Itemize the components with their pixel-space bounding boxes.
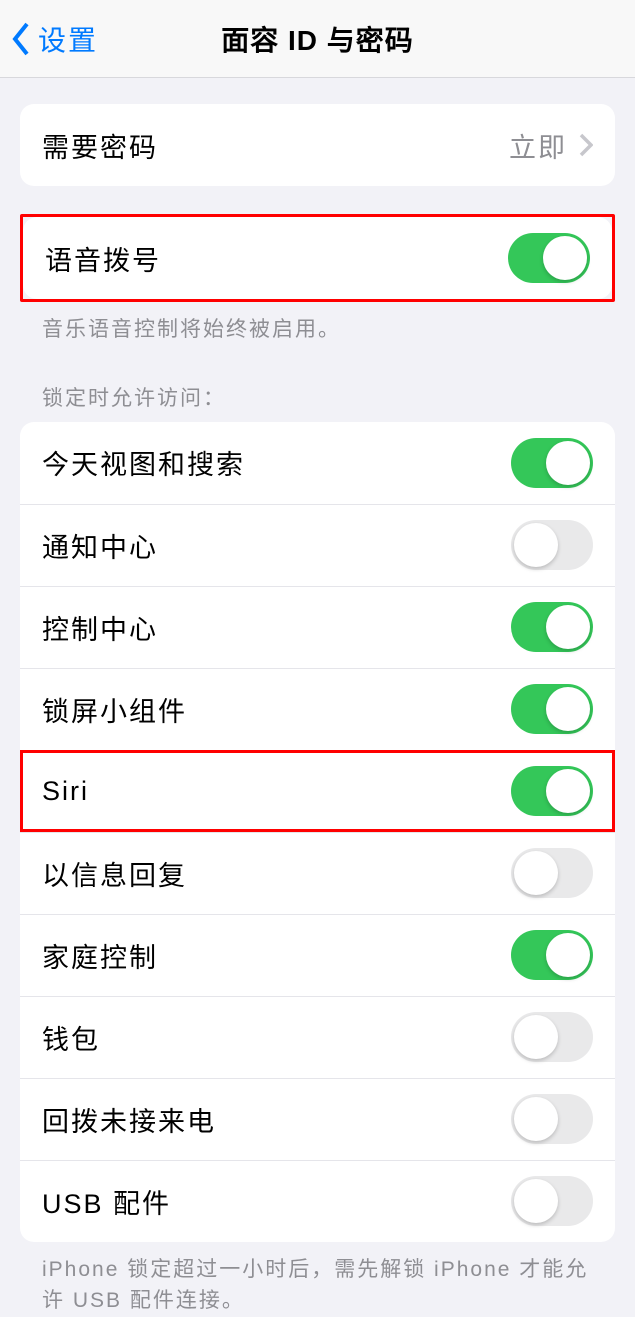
back-label: 设置 <box>38 19 98 59</box>
toggle-knob <box>543 236 587 280</box>
toggle-voice-dial[interactable] <box>508 233 590 283</box>
toggle-lock-item[interactable] <box>511 684 593 734</box>
toggle-lock-item[interactable] <box>511 438 593 488</box>
toggle-lock-item[interactable] <box>511 1094 593 1144</box>
row-label: 需要密码 <box>42 126 158 165</box>
row-value: 立即 <box>509 126 567 165</box>
group-passcode: 需要密码 立即 <box>20 104 615 186</box>
row-require-passcode[interactable]: 需要密码 立即 <box>20 104 615 186</box>
toggle-lock-item[interactable] <box>511 1012 593 1062</box>
toggle-knob <box>546 687 590 731</box>
chevron-right-icon <box>579 133 593 157</box>
row-lock-item: USB 配件 <box>20 1160 615 1242</box>
row-lock-item: 今天视图和搜索 <box>20 422 615 504</box>
toggle-lock-item[interactable] <box>511 930 593 980</box>
toggle-knob <box>514 523 558 567</box>
row-label: 家庭控制 <box>42 936 158 975</box>
row-label: 钱包 <box>42 1018 100 1057</box>
row-lock-item: 钱包 <box>20 996 615 1078</box>
toggle-knob <box>514 1015 558 1059</box>
toggle-lock-item[interactable] <box>511 766 593 816</box>
row-label: 以信息回复 <box>42 854 187 893</box>
toggle-knob <box>514 1097 558 1141</box>
toggle-knob <box>546 605 590 649</box>
highlight-voice-dial: 语音拨号 <box>20 214 615 302</box>
row-lock-item: 回拨未接来电 <box>20 1078 615 1160</box>
toggle-lock-item[interactable] <box>511 848 593 898</box>
toggle-knob <box>546 441 590 485</box>
row-voice-dial: 语音拨号 <box>23 217 612 299</box>
chevron-left-icon <box>10 21 32 57</box>
row-lock-item: 通知中心 <box>20 504 615 586</box>
toggle-lock-item[interactable] <box>511 520 593 570</box>
toggle-knob <box>514 851 558 895</box>
row-label: 控制中心 <box>42 608 158 647</box>
toggle-knob <box>514 1179 558 1223</box>
group-voice: 语音拨号 <box>23 217 612 299</box>
row-lock-item: Siri <box>20 750 615 832</box>
row-lock-item: 家庭控制 <box>20 914 615 996</box>
header-lock-access: 锁定时允许访问： <box>20 346 615 422</box>
row-label: 今天视图和搜索 <box>42 443 245 482</box>
row-label: Siri <box>42 776 89 807</box>
toggle-lock-item[interactable] <box>511 1176 593 1226</box>
toggle-lock-item[interactable] <box>511 602 593 652</box>
row-lock-item: 锁屏小组件 <box>20 668 615 750</box>
row-label: 通知中心 <box>42 526 158 565</box>
row-lock-item: 控制中心 <box>20 586 615 668</box>
nav-bar: 设置 面容 ID 与密码 <box>0 0 635 78</box>
back-button[interactable]: 设置 <box>0 19 98 59</box>
toggle-knob <box>546 769 590 813</box>
row-label: 语音拨号 <box>45 239 161 278</box>
toggle-knob <box>546 933 590 977</box>
row-lock-item: 以信息回复 <box>20 832 615 914</box>
row-label: 回拨未接来电 <box>42 1100 216 1139</box>
footer-voice: 音乐语音控制将始终被启用。 <box>20 302 615 346</box>
row-label: 锁屏小组件 <box>42 690 187 729</box>
group-lock-access: 今天视图和搜索通知中心控制中心锁屏小组件 Siri 以信息回复家庭控制钱包回拨未接来… <box>20 422 615 1242</box>
row-label: USB 配件 <box>42 1182 171 1221</box>
